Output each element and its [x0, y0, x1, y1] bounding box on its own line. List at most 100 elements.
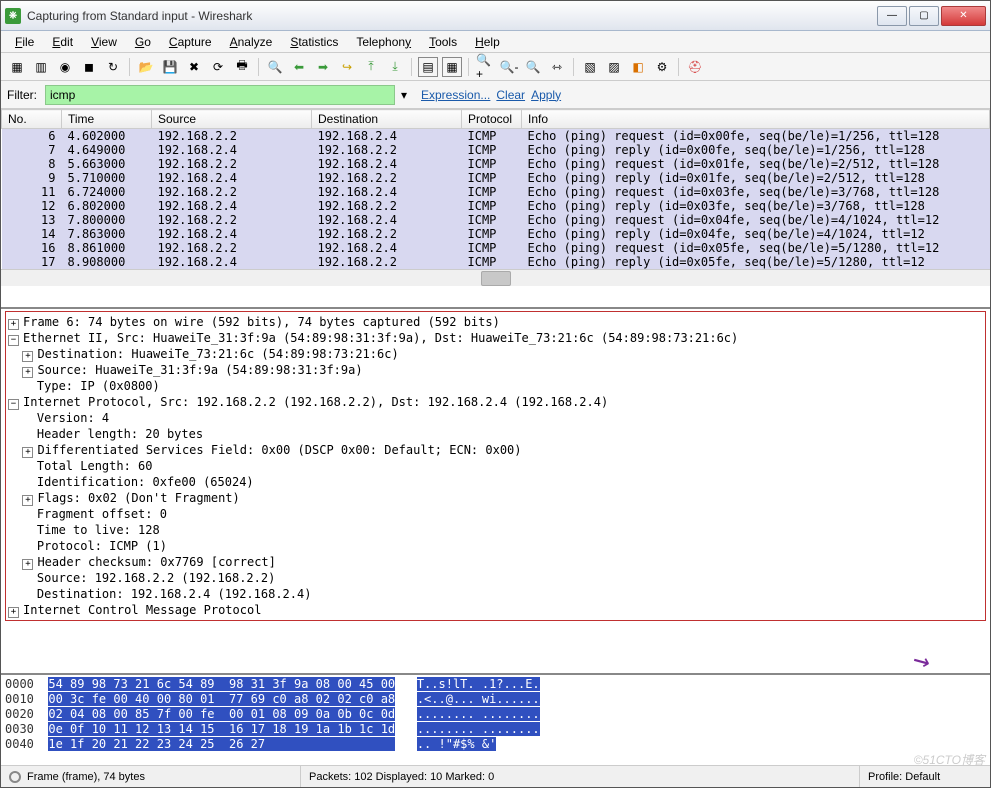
detail-ip-flags[interactable]: +Flags: 0x02 (Don't Fragment) — [6, 490, 985, 506]
maximize-button[interactable]: ▢ — [909, 6, 939, 26]
table-row[interactable]: 178.908000192.168.2.4192.168.2.2ICMPEcho… — [2, 255, 990, 269]
prefs-icon[interactable]: ⚙ — [652, 57, 672, 77]
col-proto[interactable]: Protocol — [462, 110, 522, 129]
colorize-icon[interactable]: ▤ — [418, 57, 438, 77]
expand-icon[interactable]: + — [22, 559, 33, 570]
table-row[interactable]: 74.649000192.168.2.4192.168.2.2ICMPEcho … — [2, 143, 990, 157]
autoscroll-icon[interactable]: ▦ — [442, 57, 462, 77]
col-dest[interactable]: Destination — [312, 110, 462, 129]
stop-icon[interactable]: ◼ — [79, 57, 99, 77]
interfaces-icon[interactable]: ▦ — [7, 57, 27, 77]
menu-go[interactable]: Go — [127, 33, 159, 51]
detail-ip-ttl[interactable]: Time to live: 128 — [6, 522, 985, 538]
forward-icon[interactable]: ➡ — [313, 57, 333, 77]
zoom-out-icon[interactable]: 🔍- — [499, 57, 519, 77]
coloring-rules-icon[interactable]: ◧ — [628, 57, 648, 77]
hex-line[interactable]: 0010 00 3c fe 00 40 00 80 01 77 69 c0 a8… — [5, 692, 986, 707]
open-icon[interactable]: 📂 — [136, 57, 156, 77]
detail-eth-dst[interactable]: +Destination: HuaweiTe_73:21:6c (54:89:9… — [6, 346, 985, 362]
restart-icon[interactable]: ↻ — [103, 57, 123, 77]
detail-ip-hlen[interactable]: Header length: 20 bytes — [6, 426, 985, 442]
detail-ip[interactable]: −Internet Protocol, Src: 192.168.2.2 (19… — [6, 394, 985, 410]
close-button[interactable]: ✕ — [941, 6, 986, 26]
col-info[interactable]: Info — [522, 110, 990, 129]
detail-ip-tlen[interactable]: Total Length: 60 — [6, 458, 985, 474]
options-icon[interactable]: ▥ — [31, 57, 51, 77]
menu-file[interactable]: File — [7, 33, 42, 51]
menu-help[interactable]: Help — [467, 33, 508, 51]
hscrollbar[interactable] — [1, 269, 990, 286]
reload-icon[interactable]: ⟳ — [208, 57, 228, 77]
zoom-in-icon[interactable]: 🔍+ — [475, 57, 495, 77]
table-row[interactable]: 126.802000192.168.2.4192.168.2.2ICMPEcho… — [2, 199, 990, 213]
col-source[interactable]: Source — [152, 110, 312, 129]
minimize-button[interactable]: — — [877, 6, 907, 26]
collapse-icon[interactable]: − — [8, 399, 19, 410]
menu-edit[interactable]: Edit — [44, 33, 81, 51]
detail-icmp[interactable]: +Internet Control Message Protocol — [6, 602, 985, 618]
expert-indicator-icon[interactable] — [9, 771, 21, 783]
hex-line[interactable]: 0020 02 04 08 00 85 7f 00 fe 00 01 08 09… — [5, 707, 986, 722]
expand-icon[interactable]: + — [22, 447, 33, 458]
status-profile[interactable]: Profile: Default — [860, 766, 990, 787]
collapse-icon[interactable]: − — [8, 335, 19, 346]
col-time[interactable]: Time — [62, 110, 152, 129]
col-no[interactable]: No. — [2, 110, 62, 129]
detail-frame[interactable]: +Frame 6: 74 bytes on wire (592 bits), 7… — [6, 314, 985, 330]
display-filter-icon[interactable]: ▨ — [604, 57, 624, 77]
expand-icon[interactable]: + — [22, 495, 33, 506]
detail-ip-dst[interactable]: Destination: 192.168.2.4 (192.168.2.4) — [6, 586, 985, 602]
hex-line[interactable]: 0030 0e 0f 10 11 12 13 14 15 16 17 18 19… — [5, 722, 986, 737]
table-row[interactable]: 168.861000192.168.2.2192.168.2.4ICMPEcho… — [2, 241, 990, 255]
expand-icon[interactable]: + — [22, 367, 33, 378]
detail-ip-ver[interactable]: Version: 4 — [6, 410, 985, 426]
menu-analyze[interactable]: Analyze — [222, 33, 281, 51]
packet-bytes-pane[interactable]: 0000 54 89 98 73 21 6c 54 89 98 31 3f 9a… — [1, 675, 990, 765]
detail-eth-src[interactable]: +Source: HuaweiTe_31:3f:9a (54:89:98:31:… — [6, 362, 985, 378]
detail-ip-proto[interactable]: Protocol: ICMP (1) — [6, 538, 985, 554]
filter-dropdown-icon[interactable]: ▾ — [401, 88, 415, 102]
print-icon[interactable]: 🖶 — [232, 57, 252, 77]
resize-cols-icon[interactable]: ⇿ — [547, 57, 567, 77]
filter-input[interactable] — [45, 85, 395, 105]
hex-line[interactable]: 0040 1e 1f 20 21 22 23 24 25 26 27 .. !"… — [5, 737, 986, 752]
goto-icon[interactable]: ↪ — [337, 57, 357, 77]
expand-icon[interactable]: + — [22, 351, 33, 362]
expand-icon[interactable]: + — [8, 319, 19, 330]
zoom-100-icon[interactable]: 🔍 — [523, 57, 543, 77]
hex-line[interactable]: 0000 54 89 98 73 21 6c 54 89 98 31 3f 9a… — [5, 677, 986, 692]
start-icon[interactable]: ◉ — [55, 57, 75, 77]
table-row[interactable]: 85.663000192.168.2.2192.168.2.4ICMPEcho … — [2, 157, 990, 171]
table-row[interactable]: 116.724000192.168.2.2192.168.2.4ICMPEcho… — [2, 185, 990, 199]
back-icon[interactable]: ⬅ — [289, 57, 309, 77]
detail-ip-cksum[interactable]: +Header checksum: 0x7769 [correct] — [6, 554, 985, 570]
capture-filter-icon[interactable]: ▧ — [580, 57, 600, 77]
menu-capture[interactable]: Capture — [161, 33, 220, 51]
table-row[interactable]: 95.710000192.168.2.4192.168.2.2ICMPEcho … — [2, 171, 990, 185]
detail-ip-foff[interactable]: Fragment offset: 0 — [6, 506, 985, 522]
detail-eth-type[interactable]: Type: IP (0x0800) — [6, 378, 985, 394]
detail-eth[interactable]: −Ethernet II, Src: HuaweiTe_31:3f:9a (54… — [6, 330, 985, 346]
help-icon[interactable]: ⛑ — [685, 57, 705, 77]
apply-link[interactable]: Apply — [531, 88, 561, 102]
detail-ip-src[interactable]: Source: 192.168.2.2 (192.168.2.2) — [6, 570, 985, 586]
packet-details-pane[interactable]: +Frame 6: 74 bytes on wire (592 bits), 7… — [1, 309, 990, 675]
packet-list-pane[interactable]: No. Time Source Destination Protocol Inf… — [1, 109, 990, 309]
menu-telephony[interactable]: Telephony — [348, 33, 419, 51]
close-file-icon[interactable]: ✖ — [184, 57, 204, 77]
expression-link[interactable]: Expression... — [421, 88, 490, 102]
menu-tools[interactable]: Tools — [421, 33, 465, 51]
first-icon[interactable]: ⤒ — [361, 57, 381, 77]
clear-link[interactable]: Clear — [496, 88, 525, 102]
last-icon[interactable]: ⤓ — [385, 57, 405, 77]
find-icon[interactable]: 🔍 — [265, 57, 285, 77]
table-row[interactable]: 147.863000192.168.2.4192.168.2.2ICMPEcho… — [2, 227, 990, 241]
scroll-thumb[interactable] — [481, 271, 511, 286]
expand-icon[interactable]: + — [8, 607, 19, 618]
detail-ip-dsf[interactable]: +Differentiated Services Field: 0x00 (DS… — [6, 442, 985, 458]
table-row[interactable]: 137.800000192.168.2.2192.168.2.4ICMPEcho… — [2, 213, 990, 227]
detail-ip-id[interactable]: Identification: 0xfe00 (65024) — [6, 474, 985, 490]
save-icon[interactable]: 💾 — [160, 57, 180, 77]
menu-statistics[interactable]: Statistics — [282, 33, 346, 51]
menu-view[interactable]: View — [83, 33, 125, 51]
